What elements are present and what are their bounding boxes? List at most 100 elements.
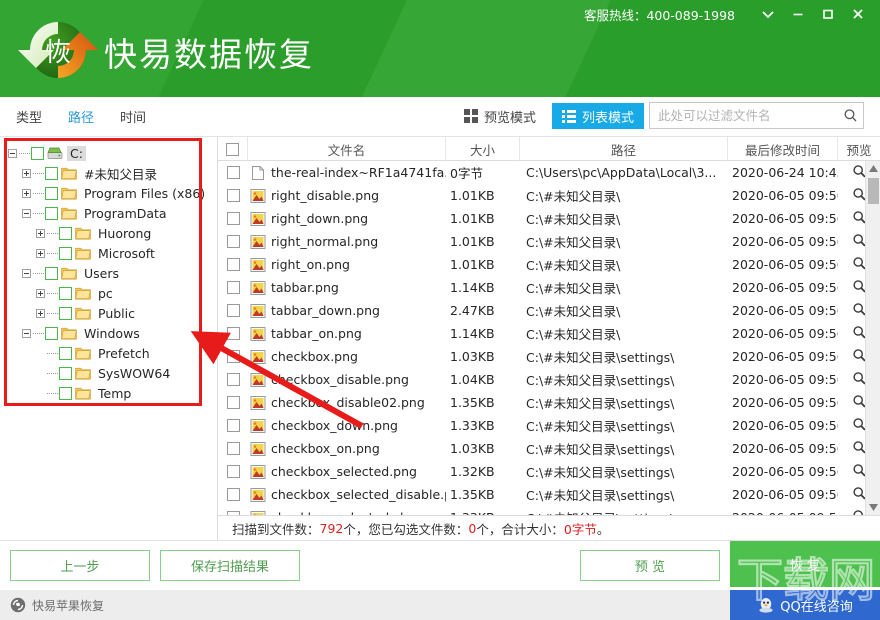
tree-node[interactable]: Huorong bbox=[6, 223, 215, 243]
row-select-cell[interactable] bbox=[218, 414, 248, 437]
tree-node-checkbox[interactable] bbox=[59, 286, 72, 300]
tab-type[interactable]: 类型 bbox=[16, 107, 42, 126]
expand-icon[interactable] bbox=[34, 243, 47, 263]
preview-button[interactable]: 预 览 bbox=[580, 550, 720, 581]
expand-icon[interactable] bbox=[34, 283, 47, 303]
minimize-icon[interactable] bbox=[784, 3, 812, 25]
save-scan-result-button[interactable]: 保存扫描结果 bbox=[160, 550, 300, 581]
row-checkbox[interactable] bbox=[226, 350, 240, 363]
tree-node[interactable]: Temp bbox=[6, 383, 215, 403]
row-select-cell[interactable] bbox=[218, 460, 248, 483]
recover-button[interactable]: 恢 复 bbox=[730, 541, 880, 587]
expand-icon[interactable] bbox=[34, 303, 47, 323]
table-row[interactable]: tabbar_down.png 2.47KB C:\#未知父目录\ 2020-06-0… bbox=[218, 299, 880, 322]
table-row[interactable]: tabbar.png 1.14KB C:\#未知父目录\ 2020-06-05 09:… bbox=[218, 276, 880, 299]
row-checkbox[interactable] bbox=[226, 396, 240, 409]
row-checkbox[interactable] bbox=[226, 281, 240, 294]
row-select-cell[interactable] bbox=[218, 161, 248, 184]
row-select-cell[interactable] bbox=[218, 483, 248, 506]
search-icon[interactable] bbox=[837, 108, 863, 123]
maximize-icon[interactable] bbox=[814, 3, 842, 25]
table-row[interactable]: checkbox_disable02.png 1.35KB C:\#未知父目录\se… bbox=[218, 391, 880, 414]
tree-node[interactable]: Users bbox=[6, 263, 215, 283]
brand-block[interactable]: 快易苹果恢复 bbox=[0, 597, 104, 614]
table-row[interactable]: checkbox_on.png 1.03KB C:\#未知父目录\settings\… bbox=[218, 437, 880, 460]
previous-step-button[interactable]: 上一步 bbox=[10, 550, 150, 581]
file-list[interactable]: the-real-index~RF1a4741fa.T... 0字节 C:\User… bbox=[218, 161, 880, 515]
table-row[interactable]: checkbox_selected.png 1.32KB C:\#未知父目录\set… bbox=[218, 460, 880, 483]
row-select-cell[interactable] bbox=[218, 276, 248, 299]
expand-icon[interactable] bbox=[34, 223, 47, 243]
directory-tree-panel[interactable]: C: #未知父目录 Program Files (x86) ProgramDat… bbox=[0, 137, 218, 540]
row-checkbox[interactable] bbox=[226, 419, 240, 432]
tree-node[interactable]: C: bbox=[6, 143, 215, 163]
tree-node[interactable]: Microsoft bbox=[6, 243, 215, 263]
table-row[interactable]: right_on.png 1.01KB C:\#未知父目录\ 2020-06-05 0… bbox=[218, 253, 880, 276]
expand-icon[interactable] bbox=[20, 163, 33, 183]
scroll-down-icon[interactable] bbox=[866, 500, 880, 515]
row-checkbox[interactable] bbox=[226, 258, 240, 271]
row-checkbox[interactable] bbox=[226, 189, 240, 202]
table-row[interactable]: checkbox_selected_down.png1.33KBC:\#未知父目… bbox=[218, 506, 880, 515]
tab-time[interactable]: 时间 bbox=[120, 107, 146, 126]
tree-node[interactable]: Public bbox=[6, 303, 215, 323]
row-select-cell[interactable] bbox=[218, 368, 248, 391]
row-select-cell[interactable] bbox=[218, 506, 248, 515]
select-all-checkbox[interactable] bbox=[226, 142, 239, 156]
tree-node[interactable]: SysWOW64 bbox=[6, 363, 215, 383]
tree-node-checkbox[interactable] bbox=[59, 346, 72, 360]
row-select-cell[interactable] bbox=[218, 345, 248, 368]
tree-node-checkbox[interactable] bbox=[59, 246, 72, 260]
row-select-cell[interactable] bbox=[218, 437, 248, 460]
preview-mode-button[interactable]: 预览模式 bbox=[454, 103, 546, 129]
row-checkbox[interactable] bbox=[226, 373, 240, 386]
row-checkbox[interactable] bbox=[226, 488, 240, 501]
table-row[interactable]: right_disable.png 1.01KB C:\#未知父目录\ 2020-06… bbox=[218, 184, 880, 207]
tree-node[interactable]: Prefetch bbox=[6, 343, 215, 363]
table-row[interactable]: checkbox.png 1.03KB C:\#未知父目录\settings\ 202… bbox=[218, 345, 880, 368]
table-row[interactable]: checkbox_disable.png 1.04KB C:\#未知父目录\sett… bbox=[218, 368, 880, 391]
table-row[interactable]: right_normal.png 1.01KB C:\#未知父目录\ 2020-06-… bbox=[218, 230, 880, 253]
row-checkbox[interactable] bbox=[226, 235, 240, 248]
close-icon[interactable] bbox=[844, 3, 872, 25]
header-preview[interactable]: 预览 bbox=[838, 137, 880, 161]
tree-node[interactable]: Program Files (x86) bbox=[6, 183, 215, 203]
list-mode-button[interactable]: 列表模式 bbox=[551, 103, 644, 129]
tab-path[interactable]: 路径 bbox=[68, 107, 94, 126]
tree-node-checkbox[interactable] bbox=[59, 366, 72, 380]
table-row[interactable]: checkbox_selected_disable.png 1.35KB C:\#未… bbox=[218, 483, 880, 506]
collapse-icon[interactable] bbox=[20, 203, 33, 223]
tree-node-checkbox[interactable] bbox=[45, 326, 58, 340]
tree-node-checkbox[interactable] bbox=[59, 306, 72, 320]
row-select-cell[interactable] bbox=[218, 322, 248, 345]
tree-node-checkbox[interactable] bbox=[45, 166, 58, 180]
scroll-up-icon[interactable] bbox=[866, 161, 880, 176]
collapse-icon[interactable] bbox=[6, 143, 19, 163]
table-row[interactable]: the-real-index~RF1a4741fa.T... 0字节 C:\User… bbox=[218, 161, 880, 184]
row-checkbox[interactable] bbox=[226, 304, 240, 317]
tree-node[interactable]: #未知父目录 bbox=[6, 163, 215, 183]
tree-node-checkbox[interactable] bbox=[59, 386, 72, 400]
row-select-cell[interactable] bbox=[218, 253, 248, 276]
table-row[interactable]: checkbox_down.png 1.33KB C:\#未知父目录\setting… bbox=[218, 414, 880, 437]
tree-node-checkbox[interactable] bbox=[31, 146, 44, 160]
row-checkbox[interactable] bbox=[226, 212, 240, 225]
header-size[interactable]: 大小 bbox=[446, 137, 520, 161]
collapse-icon[interactable] bbox=[20, 263, 33, 283]
tree-node[interactable]: Windows bbox=[6, 323, 215, 343]
header-filename[interactable]: 文件名 bbox=[248, 137, 446, 161]
tree-node-checkbox[interactable] bbox=[45, 266, 58, 280]
collapse-icon[interactable] bbox=[20, 323, 33, 343]
file-list-scrollbar[interactable] bbox=[865, 161, 880, 515]
expand-icon[interactable] bbox=[20, 183, 33, 203]
filter-search-box[interactable] bbox=[649, 102, 864, 129]
tree-node-checkbox[interactable] bbox=[45, 186, 58, 200]
table-row[interactable]: right_down.png 1.01KB C:\#未知父目录\ 2020-06-05… bbox=[218, 207, 880, 230]
header-modified-time[interactable]: 最后修改时间 bbox=[728, 137, 838, 161]
tree-node-checkbox[interactable] bbox=[45, 206, 58, 220]
tree-node-checkbox[interactable] bbox=[59, 226, 72, 240]
select-all-header[interactable] bbox=[218, 137, 248, 161]
qq-consult-button[interactable]: QQ在线咨询 bbox=[730, 590, 880, 620]
row-select-cell[interactable] bbox=[218, 230, 248, 253]
tree-node[interactable]: pc bbox=[6, 283, 215, 303]
